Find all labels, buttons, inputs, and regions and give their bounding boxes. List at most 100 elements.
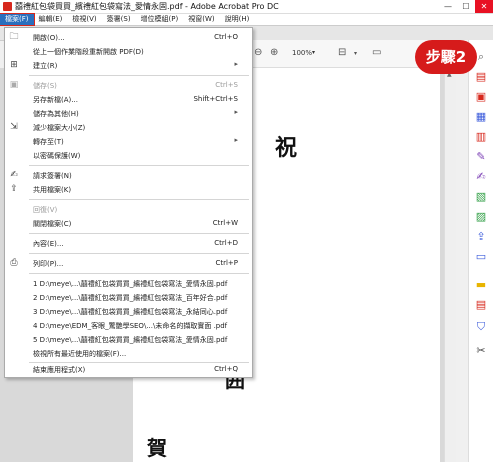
menu-item-label: 2 D:\meye\...\囍禮紅包袋買買_繽禮紅包袋寫法_百年好合.pdf — [33, 294, 228, 302]
zoom-in-icon[interactable]: ⊕ — [270, 47, 278, 58]
menu-item-label: 3 D:\meye\...\囍禮紅包袋買買_繽禮紅包袋寫法_永結同心.pdf — [33, 308, 228, 316]
reduce-size-icon: ⇲ — [10, 122, 18, 132]
menu-item-shortcut: Shift+Ctrl+S — [193, 95, 238, 103]
organize-pages-icon[interactable]: ▥ — [474, 130, 488, 144]
menu-item-reduce-size[interactable]: ⇲ 減少檔案大小(Z) — [5, 120, 252, 135]
menu-item-label: 從上一個作業階段重新開啟 PDF(D) — [33, 48, 144, 56]
menu-bar: 檔案(F) 編輯(E) 檢視(V) 簽署(S) 增位模組(P) 視窗(W) 說明… — [0, 13, 493, 26]
right-tools-panel: ⌕ ▤ ▣ ▦ ▥ ✎ ✍ ▧ ▨ ⇪ ▭ ▬ ▤ ⛉ ✂ — [468, 40, 493, 462]
menu-item-label: 開啟(O)... — [33, 34, 65, 42]
share-icon[interactable]: ⇪ — [474, 230, 488, 244]
menu-item-recent-3[interactable]: 3 D:\meye\...\囍禮紅包袋買買_繽禮紅包袋寫法_永結同心.pdf — [5, 304, 252, 319]
menu-item-label: 4 D:\meye\EDM_客眼_驚艷學SEO\...\未命名的擷取實面 .pd… — [33, 322, 228, 330]
menu-edit[interactable]: 編輯(E) — [34, 14, 68, 25]
menu-item-close-file[interactable]: 關閉檔案(C) Ctrl+W — [5, 216, 252, 231]
tools-icon[interactable]: ✂ — [474, 344, 488, 358]
menu-item-share[interactable]: ⇪ 共用檔案(K) — [5, 182, 252, 197]
menu-item-shortcut: Ctrl+P — [215, 259, 238, 267]
page-icon[interactable]: ▭ — [474, 250, 488, 264]
menu-separator — [29, 273, 249, 274]
menu-item-save-other[interactable]: 儲存為其他(H) ▸ — [5, 106, 252, 121]
protect-icon[interactable]: ▨ — [474, 210, 488, 224]
menu-item-properties[interactable]: 內容(E)... Ctrl+D — [5, 236, 252, 251]
menu-item-exit[interactable]: 結束應用程式(X) Ctrl+Q — [5, 363, 252, 376]
menu-item-shortcut: Ctrl+O — [214, 33, 238, 41]
menu-item-reopen[interactable]: 從上一個作業階段重新開啟 PDF(D) — [5, 44, 252, 59]
menu-item-shortcut: Ctrl+S — [215, 81, 238, 89]
menu-item-shortcut: Ctrl+Q — [214, 365, 238, 373]
menu-item-request-sign[interactable]: ✍ 請求簽署(N) — [5, 168, 252, 183]
step-badge: 步驟2 — [415, 40, 477, 74]
zoom-level[interactable]: 100% — [292, 49, 312, 57]
menu-item-label: 以密碼保護(W) — [33, 152, 81, 160]
menu-item-label: 建立(R) — [33, 62, 58, 70]
menu-item-recent-1[interactable]: 1 D:\meye\...\囍禮紅包袋買買_繽禮紅包袋寫法_愛情永固.pdf — [5, 276, 252, 291]
page-char-congrats: 賀 — [147, 436, 167, 460]
menu-item-label: 轉存至(T) — [33, 138, 64, 146]
menu-window[interactable]: 視窗(W) — [183, 14, 219, 25]
menu-item-label: 共用檔案(K) — [33, 186, 72, 194]
menu-item-label: 結束應用程式(X) — [33, 366, 86, 374]
send-sign-icon[interactable]: ✍ — [474, 170, 488, 184]
menu-item-recent-5[interactable]: 5 D:\meye\...\囍禮紅包袋買買_繽禮紅包袋寫法_愛情永固.pdf — [5, 332, 252, 347]
menu-separator — [29, 199, 249, 200]
menu-separator — [29, 165, 249, 166]
maximize-button[interactable]: ☐ — [457, 0, 475, 13]
submenu-arrow-icon: ▸ — [234, 136, 238, 144]
menu-item-open[interactable]: 🗀 開啟(O)... Ctrl+O — [5, 30, 252, 45]
chevron-down-icon[interactable]: ▾ — [354, 50, 357, 57]
printer-icon: ⎙ — [10, 258, 18, 268]
vertical-scrollbar[interactable]: ▲ — [444, 68, 456, 462]
menu-item-view-all-recent[interactable]: 檢視所有最近使用的檔案(F)... — [5, 346, 252, 361]
menu-separator — [29, 253, 249, 254]
menu-item-export-to[interactable]: 轉存至(T) ▸ — [5, 134, 252, 149]
menu-item-print[interactable]: ⎙ 列印(P)... Ctrl+P — [5, 256, 252, 271]
comment-tool-icon[interactable]: ▬ — [474, 278, 488, 292]
menu-item-label: 1 D:\meye\...\囍禮紅包袋買買_繽禮紅包袋寫法_愛情永固.pdf — [33, 280, 228, 288]
enhance-scan-icon[interactable]: ▧ — [474, 190, 488, 204]
menu-item-label: 內容(E)... — [33, 240, 64, 248]
close-window-button[interactable]: ✕ — [475, 0, 493, 13]
menu-item-label: 5 D:\meye\...\囍禮紅包袋買買_繽禮紅包袋寫法_愛情永固.pdf — [33, 336, 228, 344]
create-icon: ⊞ — [10, 60, 18, 70]
create-pdf-icon[interactable]: ▣ — [474, 90, 488, 104]
page-char-blessing: 祝 — [275, 135, 298, 161]
chevron-down-icon[interactable]: ▾ — [312, 49, 315, 56]
menu-file[interactable]: 檔案(F) — [0, 13, 35, 26]
menu-item-label: 另存新檔(A)... — [33, 96, 78, 104]
menu-item-save-as[interactable]: 另存新檔(A)... Shift+Ctrl+S — [5, 92, 252, 107]
menu-item-shortcut: Ctrl+D — [214, 239, 238, 247]
share-icon: ⇪ — [10, 184, 18, 194]
sign-pen-icon: ✍ — [10, 170, 18, 180]
menu-item-label: 儲存為其他(H) — [33, 110, 79, 118]
menu-item-create[interactable]: ⊞ 建立(R) ▸ — [5, 58, 252, 73]
menu-item-recent-2[interactable]: 2 D:\meye\...\囍禮紅包袋買買_繽禮紅包袋寫法_百年好合.pdf — [5, 290, 252, 305]
menu-item-label: 請求簽署(N) — [33, 172, 72, 180]
comment-icon[interactable]: ▭ — [372, 47, 381, 58]
zoom-out-icon[interactable]: ⊖ — [254, 47, 262, 58]
fill-sign-icon[interactable]: ✎ — [474, 150, 488, 164]
menu-plugins[interactable]: 增位模組(P) — [136, 14, 184, 25]
menu-item-revert: 回復(V) — [5, 202, 252, 217]
folder-open-icon: 🗀 — [9, 32, 19, 42]
submenu-arrow-icon: ▸ — [234, 60, 238, 68]
save-icon: ▣ — [9, 80, 19, 90]
menu-item-label: 儲存(S) — [33, 82, 57, 90]
menu-item-recent-4[interactable]: 4 D:\meye\EDM_客眼_驚艷學SEO\...\未命名的擷取實面 .pd… — [5, 318, 252, 333]
minimize-button[interactable]: — — [439, 0, 457, 13]
acrobat-app-icon — [3, 2, 12, 11]
menu-help[interactable]: 說明(H) — [220, 14, 255, 25]
shield-icon[interactable]: ⛉ — [474, 320, 488, 334]
menu-separator — [29, 75, 249, 76]
fit-page-icon[interactable]: ⊟ — [338, 47, 346, 58]
stamp-icon[interactable]: ▤ — [474, 298, 488, 312]
menu-item-label: 檢視所有最近使用的檔案(F)... — [33, 350, 127, 358]
menu-item-protect[interactable]: 以密碼保護(W) — [5, 148, 252, 163]
edit-pdf-icon[interactable]: ▦ — [474, 110, 488, 124]
menu-item-label: 回復(V) — [33, 206, 58, 214]
menu-view[interactable]: 檢視(V) — [67, 14, 101, 25]
export-pdf-icon[interactable]: ▤ — [474, 70, 488, 84]
menu-separator — [29, 233, 249, 234]
menu-sign[interactable]: 簽署(S) — [102, 14, 136, 25]
menu-item-shortcut: Ctrl+W — [212, 219, 238, 227]
